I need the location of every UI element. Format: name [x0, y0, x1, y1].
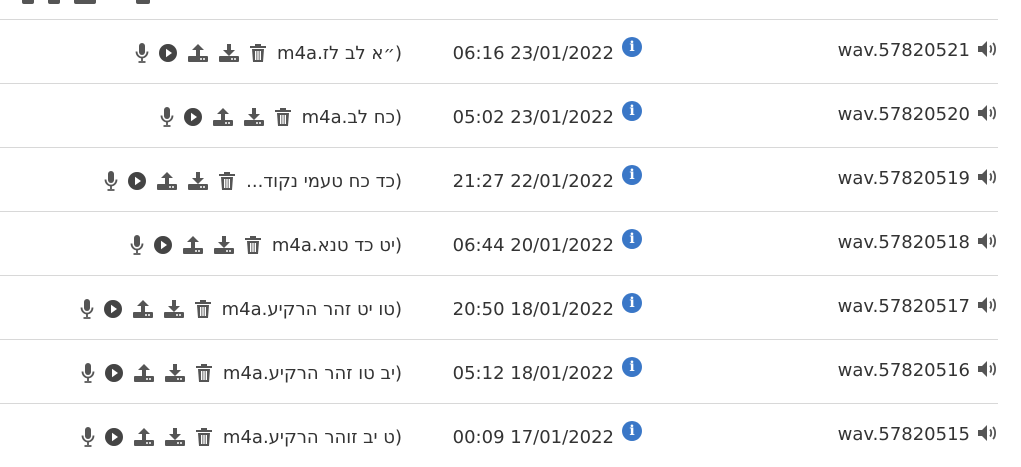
speaker-icon[interactable] — [976, 103, 998, 123]
trash-icon[interactable] — [195, 363, 213, 383]
trash-icon[interactable] — [194, 299, 212, 319]
speaker-icon[interactable] — [976, 359, 998, 379]
download-icon[interactable] — [164, 427, 186, 447]
info-icon[interactable]: i — [622, 229, 642, 249]
speaker-icon[interactable] — [976, 295, 998, 315]
download-icon[interactable] — [213, 235, 235, 255]
download-icon[interactable] — [187, 171, 209, 191]
download-icon[interactable] — [218, 43, 240, 63]
recording-actions-group: (יט כד טנא.m4a — [130, 234, 402, 256]
play-icon[interactable] — [104, 427, 124, 447]
play-icon[interactable] — [127, 171, 147, 191]
info-icon[interactable]: i — [622, 165, 642, 185]
download-icon[interactable] — [163, 299, 185, 319]
recording-filename: wav.57820517 — [837, 296, 970, 317]
microphone-icon[interactable] — [104, 170, 118, 192]
recording-row: wav.57820519 i 21:27 22/01/2022 (כד כח טעמי… — [0, 147, 998, 211]
microphone-icon[interactable] — [135, 42, 149, 64]
recording-actions-group: (״א לב לז.m4a — [135, 42, 402, 64]
recording-row: wav.57820515 i 00:09 17/01/2022 (ט יב זוהר … — [0, 403, 998, 467]
recording-actions-group: (כח לב.m4a — [160, 106, 402, 128]
recording-datetime: 06:16 23/01/2022 — [452, 43, 614, 64]
recording-title[interactable]: (טו יט זהר הרקיע.m4a — [222, 299, 402, 320]
speaker-icon[interactable] — [976, 231, 998, 251]
microphone-icon[interactable] — [81, 362, 95, 384]
recording-title[interactable]: (כח לב.m4a — [302, 107, 402, 128]
recording-filename: wav.57820520 — [837, 104, 970, 125]
upload-icon[interactable] — [156, 171, 178, 191]
recording-filename: wav.57820519 — [837, 168, 970, 189]
recording-datetime: 06:44 20/01/2022 — [452, 235, 614, 256]
recording-datetime: 05:02 23/01/2022 — [452, 107, 614, 128]
play-icon[interactable] — [103, 299, 123, 319]
recording-filename: wav.57820515 — [837, 424, 970, 445]
recording-title[interactable]: (״א לב לז.m4a — [277, 43, 402, 64]
recording-datetime: 21:27 22/01/2022 — [452, 171, 614, 192]
action-icons — [81, 426, 213, 448]
microphone-icon[interactable] — [160, 106, 174, 128]
recording-title[interactable]: (ט יב זוהר הרקיע.m4a — [223, 427, 402, 448]
microphone-icon[interactable] — [81, 426, 95, 448]
info-icon[interactable]: i — [622, 421, 642, 441]
action-icons — [104, 170, 236, 192]
action-icons — [80, 298, 212, 320]
info-icon[interactable]: i — [622, 37, 642, 57]
recording-actions-group: (ט יב זוהר הרקיע.m4a — [81, 426, 402, 448]
recording-row: wav.57820516 i 05:12 18/01/2022 (יב טו זהר … — [0, 339, 998, 403]
recording-filename: wav.57820521 — [837, 40, 970, 61]
upload-icon[interactable] — [132, 299, 154, 319]
action-icons — [135, 42, 267, 64]
play-icon[interactable] — [183, 107, 203, 127]
recording-datetime: 20:50 18/01/2022 — [452, 299, 614, 320]
recording-row: wav.57820521 i 06:16 23/01/2022 (״א לב לז.m… — [0, 19, 998, 83]
recording-row: wav.57820518 i 06:44 20/01/2022 (יט כד טנא.… — [0, 211, 998, 275]
recording-title[interactable]: (יב טו זהר הרקיע.m4a — [223, 363, 402, 384]
recording-actions-group: (כד כח טעמי נקוד... — [104, 170, 402, 192]
recording-actions-group: (טו יט זהר הרקיע.m4a — [80, 298, 402, 320]
recording-title[interactable]: (יט כד טנא.m4a — [272, 235, 402, 256]
microphone-icon[interactable] — [130, 234, 144, 256]
upload-icon[interactable] — [212, 107, 234, 127]
trash-icon[interactable] — [195, 427, 213, 447]
recording-filename: wav.57820518 — [837, 232, 970, 253]
info-icon[interactable]: i — [622, 101, 642, 121]
trash-icon[interactable] — [249, 43, 267, 63]
trash-icon[interactable] — [274, 107, 292, 127]
recording-datetime: 00:09 17/01/2022 — [452, 427, 614, 448]
play-icon[interactable] — [104, 363, 124, 383]
speaker-icon[interactable] — [976, 167, 998, 187]
upload-icon[interactable] — [182, 235, 204, 255]
play-icon[interactable] — [153, 235, 173, 255]
speaker-icon[interactable] — [976, 39, 998, 59]
play-icon[interactable] — [158, 43, 178, 63]
recording-datetime: 05:12 18/01/2022 — [452, 363, 614, 384]
upload-icon[interactable] — [187, 43, 209, 63]
toolbar-icons-cropped — [22, 0, 172, 6]
info-icon[interactable]: i — [622, 357, 642, 377]
action-icons — [160, 106, 292, 128]
recording-title[interactable]: (כד כח טעמי נקוד... — [246, 171, 402, 192]
recording-row: wav.57820517 i 20:50 18/01/2022 (טו יט זהר … — [0, 275, 998, 339]
speaker-icon[interactable] — [976, 423, 998, 443]
recording-row: wav.57820520 i 05:02 23/01/2022 (כח לב.m4a — [0, 83, 998, 147]
download-icon[interactable] — [243, 107, 265, 127]
trash-icon[interactable] — [218, 171, 236, 191]
info-icon[interactable]: i — [622, 293, 642, 313]
upload-icon[interactable] — [133, 427, 155, 447]
trash-icon[interactable] — [244, 235, 262, 255]
action-icons — [130, 234, 262, 256]
recording-actions-group: (יב טו זהר הרקיע.m4a — [81, 362, 402, 384]
recording-filename: wav.57820516 — [837, 360, 970, 381]
action-icons — [81, 362, 213, 384]
recordings-list: wav.57820521 i 06:16 23/01/2022 (״א לב לז.m… — [0, 19, 998, 467]
upload-icon[interactable] — [133, 363, 155, 383]
microphone-icon[interactable] — [80, 298, 94, 320]
download-icon[interactable] — [164, 363, 186, 383]
